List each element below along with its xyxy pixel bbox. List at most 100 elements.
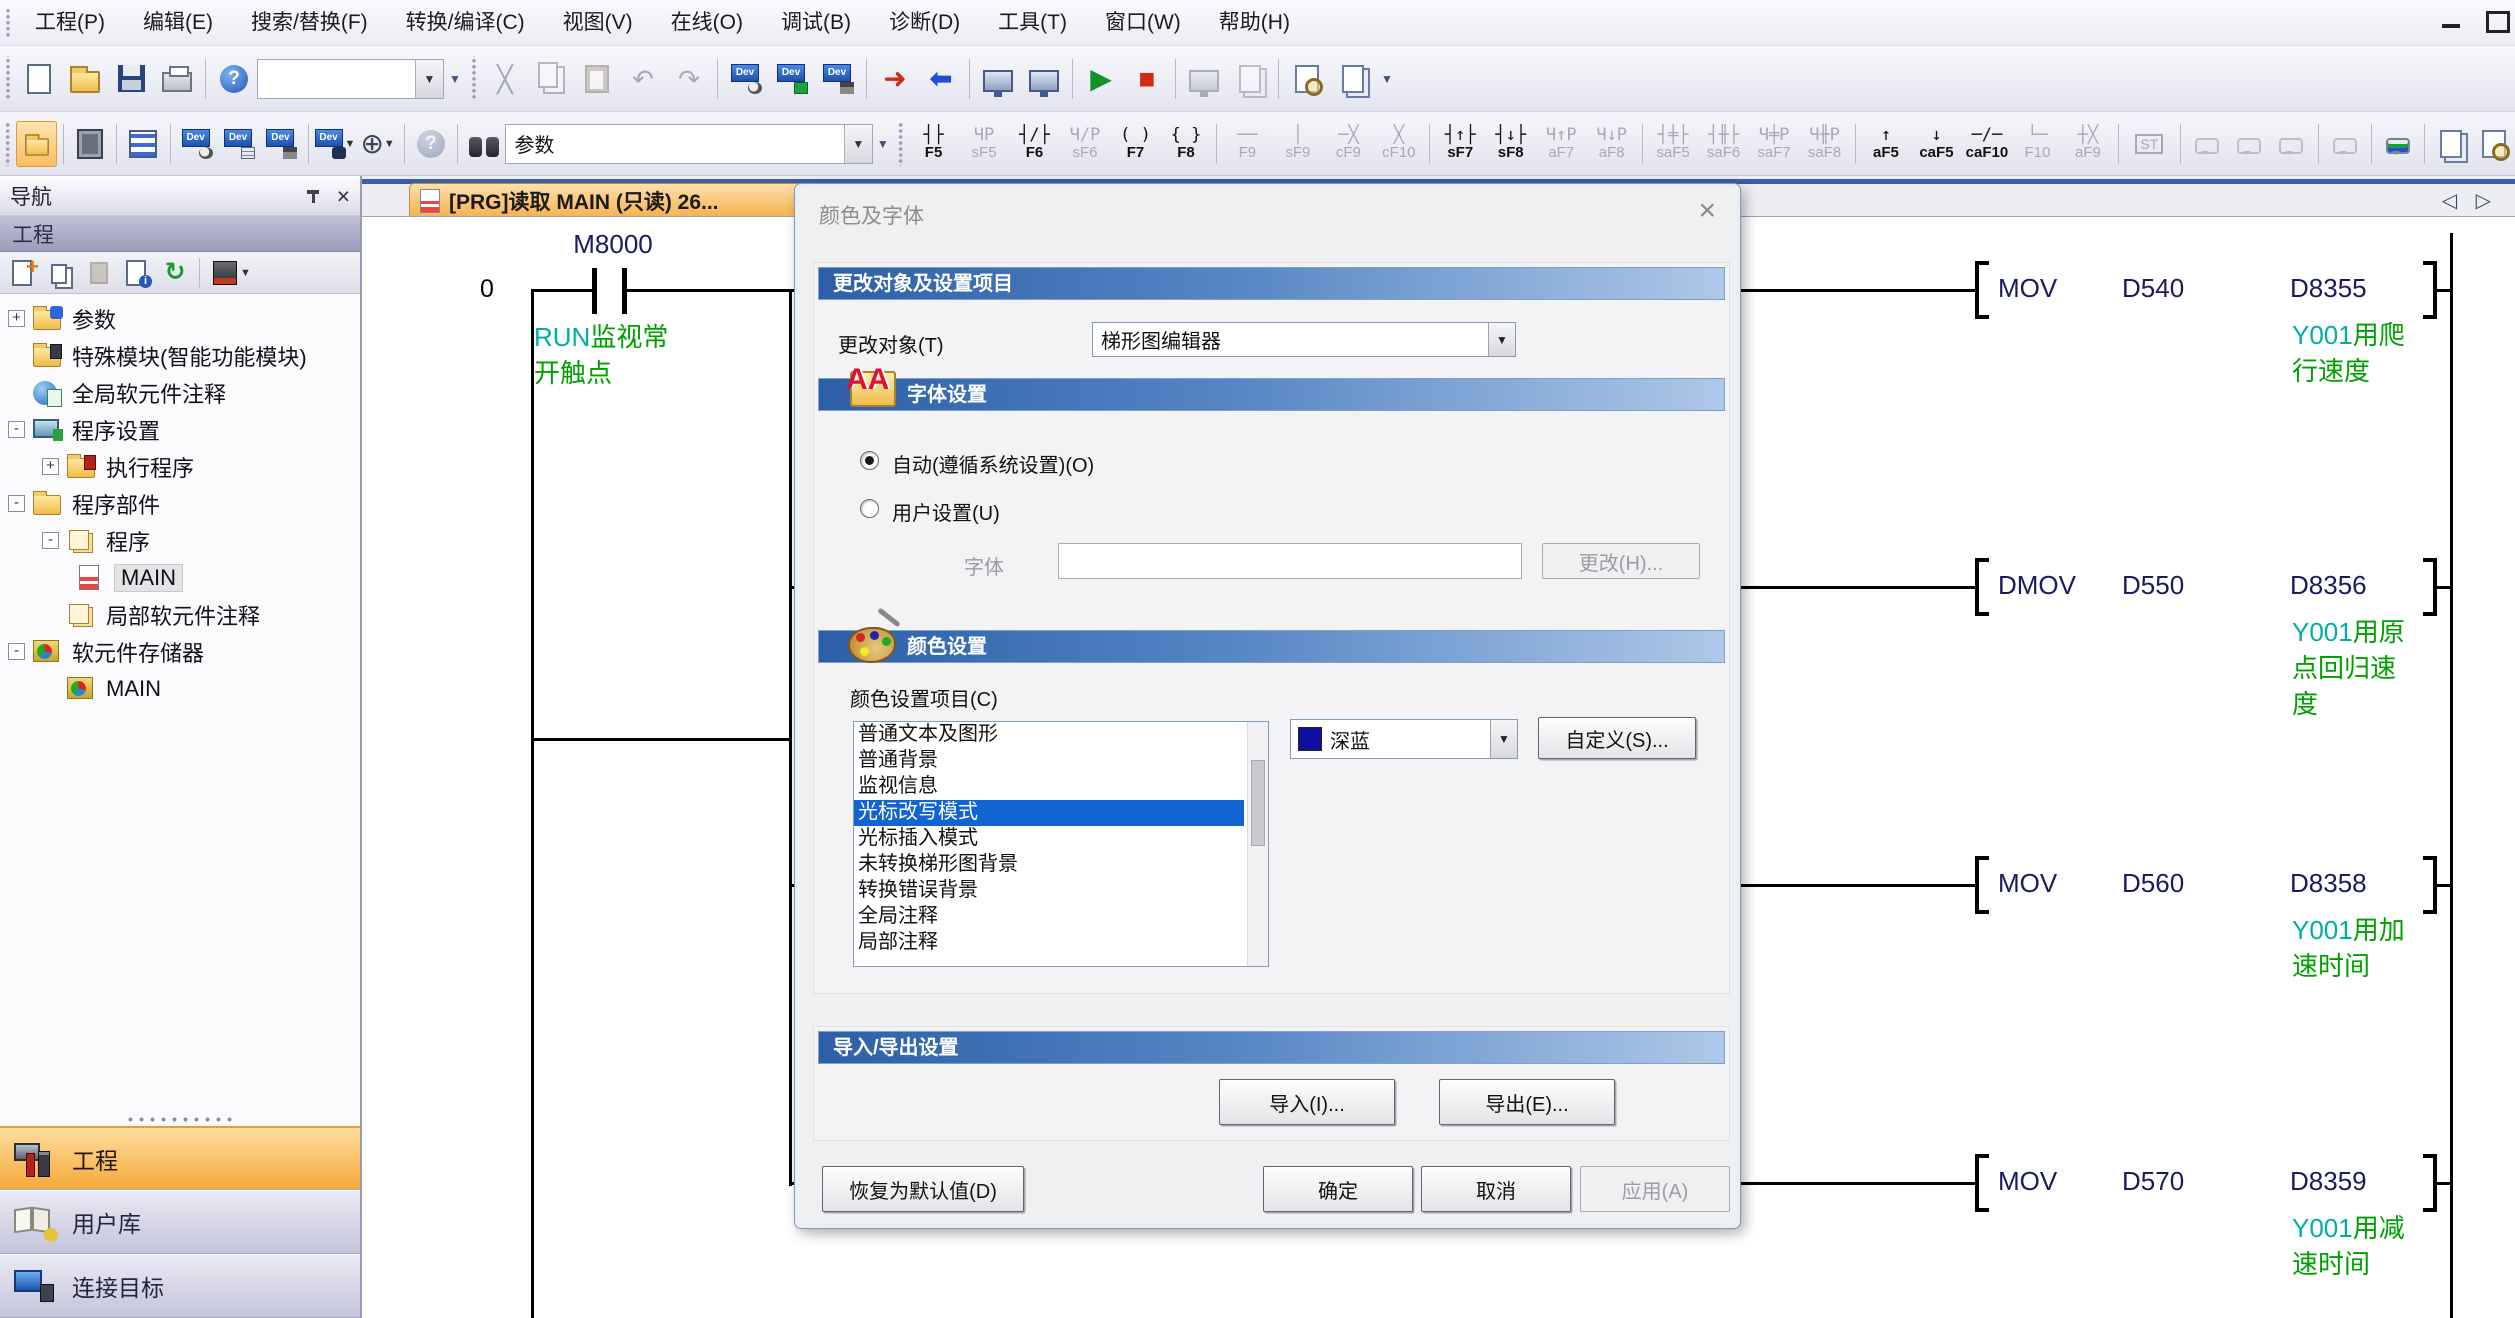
maximize-icon[interactable] <box>2483 8 2509 34</box>
monitor-start-button[interactable]: ▶ <box>1079 56 1123 102</box>
build-button[interactable] <box>1331 56 1375 102</box>
menu-view[interactable]: 视图(V) <box>544 0 652 46</box>
document-tab-main[interactable]: [PRG]读取 MAIN (只读) 26... <box>409 183 845 217</box>
device-registration-button[interactable]: ▼ <box>315 121 356 167</box>
statement-batch-button[interactable] <box>2378 121 2418 167</box>
device-test-button[interactable] <box>816 56 860 102</box>
menu-edit[interactable]: 编辑(E) <box>124 0 232 46</box>
scrollbar-thumb[interactable] <box>1251 760 1265 846</box>
ladder-rising-pulse-button[interactable]: ┤↑├sF7 <box>1435 116 1485 172</box>
toolbar-overflow-button[interactable]: ▼ <box>873 121 893 167</box>
dropdown-arrow-icon[interactable]: ▼ <box>415 60 443 98</box>
tree-item-special-module[interactable]: 特殊模块(智能功能模块) <box>0 337 360 374</box>
menu-diagnostics[interactable]: 诊断(D) <box>870 0 979 46</box>
help-button[interactable]: ? <box>212 56 256 102</box>
ladder-falling-pulse-button[interactable]: ┤↓├sF8 <box>1485 116 1535 172</box>
help-context-button[interactable]: ? <box>411 121 451 167</box>
nav-property-button[interactable] <box>118 255 156 291</box>
list-item[interactable]: 普通背景 <box>854 748 1268 774</box>
tree-item-program-parts[interactable]: -程序部件 <box>0 485 360 522</box>
listbox-scrollbar[interactable] <box>1247 722 1268 966</box>
tree-item-main-device-memory[interactable]: MAIN <box>0 670 360 707</box>
ladder-delete-row-button[interactable]: ↓caF5 <box>1911 116 1961 172</box>
list-item[interactable]: 局部注释 <box>854 930 1268 956</box>
ladder-delete-hline-button[interactable]: ─╳cF9 <box>1323 116 1373 172</box>
nav-tab-project[interactable]: 工程 <box>0 1126 360 1190</box>
statement-edit-button[interactable] <box>2271 121 2311 167</box>
program-document-button[interactable] <box>2431 121 2471 167</box>
monitor-write-mode-button[interactable] <box>1022 56 1066 102</box>
device-comment-display-button[interactable] <box>2186 121 2226 167</box>
menu-debug[interactable]: 调试(B) <box>762 0 870 46</box>
ladder-open-contact-button[interactable]: ┤├F5 <box>908 116 958 172</box>
ladder-delete-wire-button[interactable]: ┼╳aF9 <box>2063 116 2113 172</box>
export-button[interactable]: 导出(E)... <box>1439 1079 1615 1125</box>
tree-item-main-program[interactable]: MAIN <box>0 559 360 596</box>
new-project-button[interactable] <box>17 56 61 102</box>
watch-stop-button[interactable] <box>1228 56 1272 102</box>
nav-sort-button[interactable]: ▼ <box>205 255 259 291</box>
toolbar-overflow-button[interactable]: ▼ <box>1376 56 1398 102</box>
expand-icon[interactable]: + <box>8 310 25 327</box>
ladder-parallel-open-button[interactable]: ЧPsF5 <box>959 116 1009 172</box>
toolbar-grip[interactable] <box>470 56 478 102</box>
ladder-wire-button[interactable]: └─F10 <box>2012 116 2062 172</box>
nav-copy-button[interactable] <box>42 255 80 291</box>
monitor-mode-button[interactable] <box>976 56 1020 102</box>
nav-paste-button[interactable] <box>80 255 118 291</box>
list-item[interactable]: 未转换梯形图背景 <box>854 852 1268 878</box>
customize-button[interactable]: 自定义(S)... <box>1538 717 1696 759</box>
ladder-hline-button[interactable]: ──F9 <box>1222 116 1272 172</box>
menu-tools[interactable]: 工具(T) <box>979 0 1086 46</box>
target-combobox[interactable]: 梯形图编辑器 ▼ <box>1092 322 1516 357</box>
color-combobox[interactable]: 深蓝 ▼ <box>1290 719 1518 759</box>
ladder-application-instruction-button[interactable]: { }F8 <box>1161 116 1211 172</box>
device-comment-button[interactable] <box>724 56 768 102</box>
tree-item-parameter[interactable]: +参数 <box>0 300 360 337</box>
tree-item-execution-program[interactable]: +执行程序 <box>0 448 360 485</box>
nav-new-item-button[interactable] <box>4 255 42 291</box>
device-reference-button[interactable] <box>261 121 301 167</box>
program-list-button[interactable] <box>123 121 163 167</box>
nav-tab-user-library[interactable]: 用户库 <box>0 1190 360 1254</box>
menu-find-replace[interactable]: 搜索/替换(F) <box>232 0 387 46</box>
tree-item-program[interactable]: -程序 <box>0 522 360 559</box>
panel-splitter[interactable] <box>0 1112 360 1126</box>
device-find-button[interactable] <box>176 121 216 167</box>
close-icon[interactable]: × <box>337 188 350 204</box>
dropdown-arrow-icon[interactable]: ▼ <box>844 125 872 163</box>
tab-scroll-right-button[interactable]: ▷ <box>2476 188 2491 213</box>
ladder-pulse-negate-4-button[interactable]: Ч╫PsaF8 <box>1799 116 1849 172</box>
ladder-parallel-rising-button[interactable]: Ч↑PaF7 <box>1536 116 1586 172</box>
ladder-delete-vline-button[interactable]: ╳cF10 <box>1374 116 1424 172</box>
function-block-button[interactable] <box>70 121 110 167</box>
nav-tab-connection-destination[interactable]: 连接目标 <box>0 1254 360 1318</box>
apply-button[interactable]: 应用(A) <box>1580 1166 1730 1212</box>
radio-auto-font[interactable] <box>860 451 879 470</box>
data-select-combobox[interactable]: ▼ <box>257 59 444 99</box>
tree-item-program-setting[interactable]: -程序设置 <box>0 411 360 448</box>
ladder-insert-row-button[interactable]: ↑aF5 <box>1861 116 1911 172</box>
toolbar-grip[interactable] <box>4 7 12 39</box>
ladder-pulse-negate-1-button[interactable]: ┤╪├saF5 <box>1648 116 1698 172</box>
font-name-field[interactable] <box>1058 543 1522 579</box>
print-button[interactable] <box>155 56 199 102</box>
device-batch-button[interactable] <box>219 121 259 167</box>
ok-button[interactable]: 确定 <box>1263 1166 1413 1212</box>
tree-item-global-device-comment[interactable]: 全局软元件注释 <box>0 374 360 411</box>
dropdown-arrow-icon[interactable]: ▼ <box>1490 720 1517 758</box>
list-item[interactable]: 监视信息 <box>854 774 1268 800</box>
read-from-plc-button[interactable]: ⬅ <box>919 56 963 102</box>
tab-scroll-left-button[interactable]: ◁ <box>2442 188 2457 213</box>
dropdown-arrow-icon[interactable]: ▼ <box>1488 323 1515 356</box>
cut-button[interactable]: ╳ <box>483 56 527 102</box>
device-monitor-button[interactable] <box>770 56 814 102</box>
note-edit-button[interactable] <box>2229 121 2269 167</box>
menu-window[interactable]: 窗口(W) <box>1086 0 1200 46</box>
menu-compile[interactable]: 转换/编译(C) <box>387 0 544 46</box>
dialog-close-icon[interactable]: × <box>1698 194 1716 228</box>
list-item[interactable]: 光标插入模式 <box>854 826 1268 852</box>
list-item[interactable]: 全局注释 <box>854 904 1268 930</box>
menu-project[interactable]: 工程(P) <box>16 0 124 46</box>
navigation-toggle-button[interactable] <box>16 121 57 167</box>
